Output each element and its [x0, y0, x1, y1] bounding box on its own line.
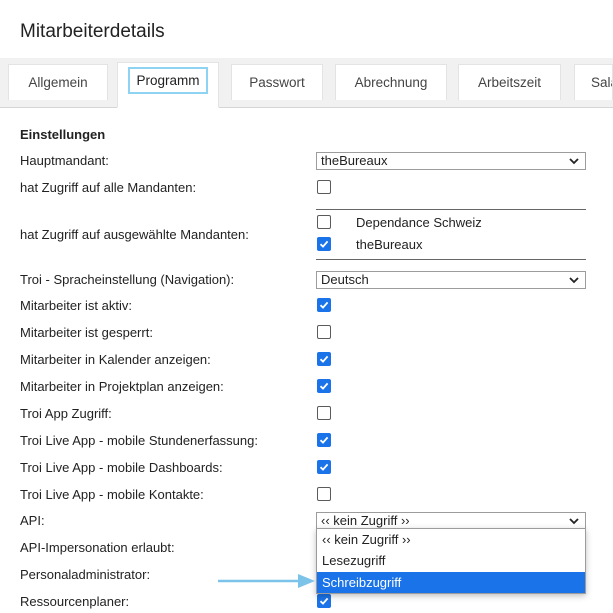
tab-label: Allgemein: [28, 75, 88, 90]
live-stunden-label: Troi Live App - mobile Stundenerfassung:: [20, 433, 258, 448]
chevron-down-icon: [569, 277, 579, 284]
thebureaux-label: theBureaux: [356, 237, 423, 252]
ressourcenplaner-checkbox[interactable]: [317, 594, 331, 608]
alle-mandanten-checkbox[interactable]: [317, 180, 331, 194]
sprache-select[interactable]: Deutsch: [316, 271, 586, 289]
checkmark-icon: [319, 597, 329, 605]
live-kontakte-label: Troi Live App - mobile Kontakte:: [20, 487, 204, 502]
section-title: Einstellungen: [20, 127, 106, 142]
dependance-schweiz-label: Dependance Schweiz: [356, 215, 482, 230]
tab-allgemein[interactable]: Allgemein: [8, 64, 108, 100]
api-impersonation-label: API-Impersonation erlaubt:: [20, 540, 175, 555]
live-stunden-checkbox[interactable]: [317, 433, 331, 447]
tab-label: Arbeitszeit: [477, 75, 542, 90]
kalender-checkbox[interactable]: [317, 352, 331, 366]
dependance-schweiz-checkbox[interactable]: [317, 215, 331, 229]
select-value: theBureaux: [321, 153, 388, 168]
pointer-arrow-icon: [218, 574, 315, 588]
tab-salaer[interactable]: Salä: [574, 64, 613, 100]
tab-programm[interactable]: Programm: [117, 62, 219, 108]
projektplan-label: Mitarbeiter in Projektplan anzeigen:: [20, 379, 224, 394]
gesperrt-checkbox[interactable]: [317, 325, 331, 339]
tab-bar: Allgemein Programm Passwort Abrechnung A…: [0, 58, 613, 108]
hauptmandant-label: Hauptmandant:: [20, 153, 109, 168]
api-option-lesezugriff[interactable]: Lesezugriff: [317, 550, 585, 571]
checkmark-icon: [319, 382, 329, 390]
personaladmin-label: Personaladministrator:: [20, 567, 151, 582]
divider: [316, 209, 586, 210]
tab-passwort[interactable]: Passwort: [231, 64, 323, 100]
app-zugriff-label: Troi App Zugriff:: [20, 406, 112, 421]
ausgewaehlte-mandanten-label: hat Zugriff auf ausgewählte Mandanten:: [20, 227, 249, 242]
checkmark-icon: [319, 355, 329, 363]
api-option-kein-zugriff[interactable]: ‹‹ kein Zugriff ››: [317, 529, 585, 550]
tab-label: Passwort: [249, 75, 305, 90]
aktiv-label: Mitarbeiter ist aktiv:: [20, 298, 132, 313]
page-title: Mitarbeiterdetails: [20, 21, 165, 42]
chevron-down-icon: [569, 518, 579, 525]
app-zugriff-checkbox[interactable]: [317, 406, 331, 420]
live-dashboards-label: Troi Live App - mobile Dashboards:: [20, 460, 223, 475]
tab-arbeitszeit[interactable]: Arbeitszeit: [458, 64, 561, 100]
alle-mandanten-label: hat Zugriff auf alle Mandanten:: [20, 180, 197, 195]
live-kontakte-checkbox[interactable]: [317, 487, 331, 501]
divider: [316, 259, 586, 260]
checkmark-icon: [319, 436, 329, 444]
hauptmandant-select[interactable]: theBureaux: [316, 152, 586, 170]
select-value: Deutsch: [321, 272, 369, 287]
api-label: API:: [20, 513, 45, 528]
tab-label: Programm: [128, 66, 208, 94]
sprache-label: Troi - Spracheinstellung (Navigation):: [20, 272, 235, 287]
checkmark-icon: [319, 463, 329, 471]
live-dashboards-checkbox[interactable]: [317, 460, 331, 474]
tab-abrechnung[interactable]: Abrechnung: [335, 64, 447, 100]
gesperrt-label: Mitarbeiter ist gesperrt:: [20, 325, 153, 340]
api-dropdown-list: ‹‹ kein Zugriff ›› Lesezugriff Schreibzu…: [316, 528, 586, 594]
checkmark-icon: [319, 301, 329, 309]
projektplan-checkbox[interactable]: [317, 379, 331, 393]
chevron-down-icon: [569, 158, 579, 165]
tab-label: Salä: [591, 75, 612, 90]
kalender-label: Mitarbeiter in Kalender anzeigen:: [20, 352, 211, 367]
select-value: ‹‹ kein Zugriff ››: [321, 513, 410, 528]
ressourcenplaner-label: Ressourcenplaner:: [20, 594, 130, 609]
api-option-schreibzugriff[interactable]: Schreibzugriff: [317, 571, 585, 593]
thebureaux-checkbox[interactable]: [317, 237, 331, 251]
tab-label: Abrechnung: [354, 75, 428, 90]
checkmark-icon: [319, 240, 329, 248]
aktiv-checkbox[interactable]: [317, 298, 331, 312]
